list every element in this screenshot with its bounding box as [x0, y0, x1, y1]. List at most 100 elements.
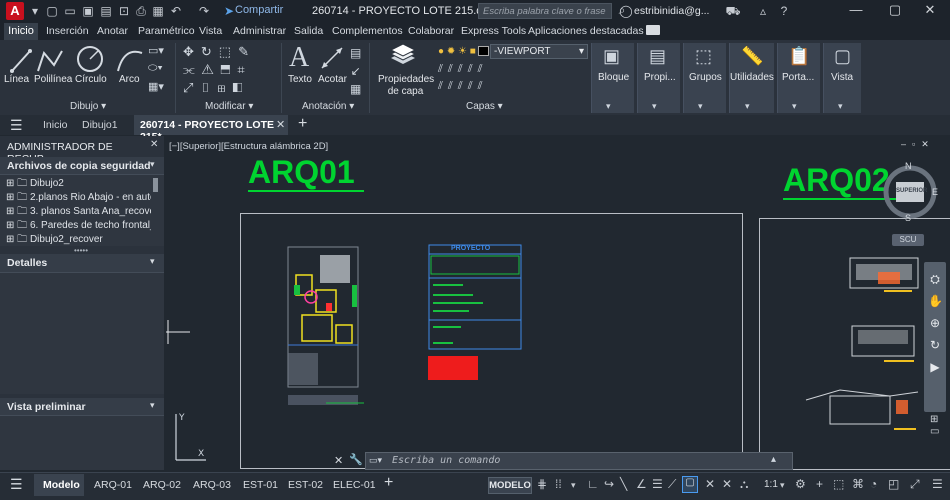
tab-vista[interactable]: Vista [199, 25, 222, 37]
user-icon[interactable]: ◯ [618, 3, 634, 19]
utilidades-button[interactable]: Utilidades [730, 72, 774, 83]
layers-group-title[interactable]: Capas ▾ [466, 101, 503, 112]
close-command-icon[interactable]: ✕ [334, 454, 343, 467]
grid-icon[interactable]: ⋕ [537, 477, 547, 491]
compass-north[interactable]: N [905, 161, 912, 171]
hardware-accel-icon[interactable]: ⌘ [852, 477, 864, 491]
undo-icon[interactable]: ↶ [168, 3, 184, 19]
layout-tab-arq01[interactable]: ARQ-01 [94, 479, 132, 491]
tab-colaborar[interactable]: Colaborar [408, 25, 454, 37]
auto-scale-icon[interactable]: ⛬ [740, 477, 748, 492]
text-icon[interactable]: A [289, 42, 309, 74]
lineweight-icon[interactable]: ☰ [652, 477, 663, 491]
scale-dropdown-icon[interactable]: ▾ [780, 480, 785, 491]
workspace-gear-icon[interactable]: ⚙ [795, 477, 806, 491]
save-as-icon[interactable]: ▤ [98, 3, 114, 19]
isodraft-icon[interactable]: ╲ [620, 477, 627, 491]
polilinea-button[interactable]: Polilínea [34, 74, 72, 85]
isolate-objects-icon[interactable]: ⬚ [833, 477, 844, 491]
layout-tab-est02[interactable]: EST-02 [288, 479, 323, 491]
tab-salida[interactable]: Salida [294, 25, 323, 37]
layout-tab-arq02[interactable]: ARQ-02 [143, 479, 181, 491]
details-collapse-icon[interactable]: ▾ [150, 256, 155, 267]
propiedades-chevron-icon[interactable]: ▾ [652, 101, 657, 112]
file-tab-active[interactable]: 260714 - PROYECTO LOTE 215* [134, 115, 288, 143]
object-snap-tracking-icon[interactable]: ∠ [636, 477, 647, 491]
save-icon[interactable]: ▣ [80, 3, 96, 19]
viewport-layout-icons[interactable]: ⊞ ▭ [930, 414, 939, 438]
tab-complementos[interactable]: Complementos [332, 25, 403, 37]
layer-state-icons[interactable]: ● ✹ ☀ ■ [438, 46, 476, 57]
rectangle-icon[interactable]: ▭▾ [148, 44, 164, 57]
scrollbar-thumb[interactable] [153, 178, 158, 192]
plus-icon[interactable]: + [816, 477, 823, 491]
hamburger-icon[interactable]: ☰ [10, 117, 23, 134]
arco-button[interactable]: Arco [119, 74, 140, 85]
add-layout-icon[interactable]: + [384, 474, 393, 492]
command-placeholder[interactable]: Escriba un comando [392, 455, 500, 466]
vista-button[interactable]: Vista [831, 72, 853, 83]
compass-south[interactable]: S [905, 213, 911, 223]
viewcube-face-label[interactable]: SUPERIOR [896, 188, 927, 194]
draw-group-title[interactable]: Dibujo ▾ [70, 101, 106, 112]
compass-east[interactable]: E [932, 187, 938, 197]
layer-properties-icon[interactable] [389, 44, 417, 70]
layout-tab-arq03[interactable]: ARQ-03 [193, 479, 231, 491]
preview-collapse-icon[interactable]: ▾ [150, 400, 155, 411]
share-button[interactable]: Compartir [235, 4, 283, 16]
layout-menu-icon[interactable]: ☰ [10, 476, 23, 493]
web-icon[interactable]: ⊡ [116, 3, 132, 19]
polar-icon[interactable]: ↪ [604, 477, 614, 491]
selection-cycling-icon[interactable]: ▢ [682, 476, 698, 493]
grupos-button[interactable]: Grupos [689, 72, 722, 83]
dimension-icon[interactable] [320, 46, 346, 72]
customize-icon[interactable]: ☰ [932, 477, 943, 491]
user-account[interactable]: estribinidia@g... [634, 5, 709, 17]
triangle-icon[interactable]: ▵ [755, 3, 771, 19]
model-tab[interactable]: Modelo [34, 474, 84, 496]
preview-header[interactable]: Vista preliminar [0, 398, 164, 416]
annotation-scale-icon[interactable]: ✕ [705, 477, 715, 491]
texto-button[interactable]: Texto [288, 74, 312, 85]
bloque-button[interactable]: Bloque [598, 72, 629, 83]
ucs-icon[interactable]: Y X [170, 410, 210, 466]
annotation-group-title[interactable]: Anotación ▾ [302, 101, 354, 112]
tab-aplicaciones[interactable]: Aplicaciones destacadas [528, 25, 644, 37]
performance-icon[interactable]: ◔ [870, 477, 877, 491]
backup-collapse-icon[interactable]: ▾ [150, 159, 155, 170]
linea-button[interactable]: Línea [4, 74, 29, 85]
portapapeles-chevron-icon[interactable]: ▾ [792, 101, 797, 112]
tab-inicio[interactable]: Inicio [4, 23, 38, 40]
autocad-logo[interactable]: A [6, 2, 24, 20]
snap-dropdown-icon[interactable]: ▾ [571, 480, 576, 491]
annotation-scale[interactable]: 1:1 [764, 479, 778, 490]
file-tab-inicio[interactable]: Inicio [43, 119, 68, 131]
clean-screen-icon[interactable]: ◰ [888, 477, 899, 491]
utilidades-chevron-icon[interactable]: ▾ [745, 101, 750, 112]
command-expand-icon[interactable]: ▴ [771, 454, 776, 465]
snap-icon[interactable]: ⁞⁞ [555, 477, 562, 491]
close-panel-icon[interactable]: ✕ [150, 139, 158, 150]
acotar-button[interactable]: Acotar [318, 74, 347, 85]
new-file-icon[interactable]: ▢ [44, 3, 60, 19]
close-button[interactable]: ✕ [920, 2, 940, 18]
layout-tab-est01[interactable]: EST-01 [243, 479, 278, 491]
menu-chevron-icon[interactable]: ▾ [27, 3, 43, 19]
ellipse-icon[interactable]: ⬭▾ [148, 62, 163, 75]
modify-row2-icons[interactable]: ⫘⚠⬒⌗ [183, 62, 252, 78]
fullscreen-icon[interactable]: ⤢ [910, 477, 920, 492]
tab-administrar[interactable]: Administrar [233, 25, 286, 37]
minimize-button[interactable]: — [846, 2, 866, 17]
command-settings-icon[interactable]: 🔧 [349, 453, 363, 466]
vista-chevron-icon[interactable]: ▾ [838, 101, 843, 112]
tab-parametrico[interactable]: Paramétrico [138, 25, 195, 37]
tab-anotar[interactable]: Anotar [97, 25, 128, 37]
grupos-chevron-icon[interactable]: ▾ [698, 101, 703, 112]
portapapeles-button[interactable]: Porta... [782, 72, 814, 83]
backup-files-header[interactable]: Archivos de copia seguridad [0, 157, 164, 175]
modify-group-title[interactable]: Modificar ▾ [205, 101, 253, 112]
viewport-controls[interactable]: [−][Superior][Estructura alámbrica 2D] [169, 141, 328, 152]
propiedades-capa-button[interactable]: Propiedades de capa [378, 74, 434, 98]
publish-icon[interactable]: ▦ [150, 3, 166, 19]
redo-icon[interactable]: ↷ [196, 3, 212, 19]
